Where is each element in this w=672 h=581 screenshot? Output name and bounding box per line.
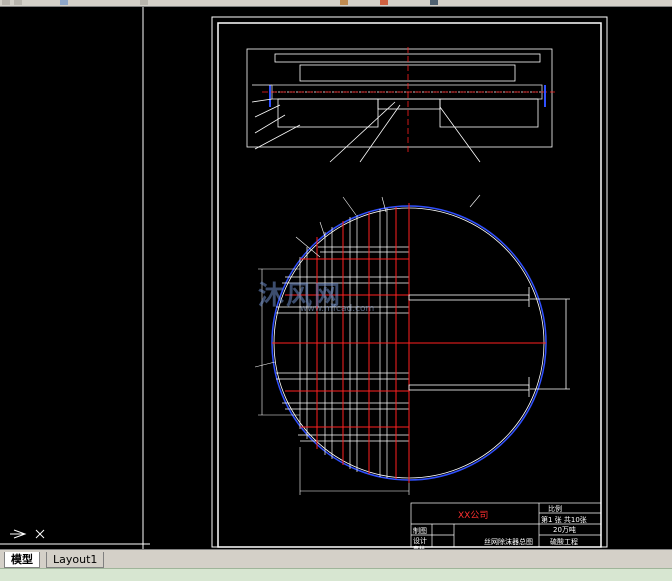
title-scale-label: 比例 <box>548 505 562 513</box>
toolbar-icon-4[interactable] <box>140 0 148 5</box>
tab-layout1[interactable]: Layout1 <box>46 552 105 568</box>
section-view <box>246 47 555 163</box>
toolbar-icon-7[interactable] <box>430 0 438 5</box>
watermark-url: www.mfcad.com <box>300 304 375 314</box>
title-department: 硫酸工程 <box>550 538 578 546</box>
toolbar <box>0 0 672 7</box>
title-row-1: 制图 <box>413 527 427 535</box>
toolbar-icon-6[interactable] <box>380 0 388 5</box>
command-bar[interactable] <box>0 568 672 581</box>
plan-view <box>254 194 570 495</box>
drawing-canvas[interactable]: 沐风网 www.mfcad.com XX公司 比例 第1 张 共10张 制图 设… <box>0 7 672 549</box>
title-sheet-info: 第1 张 共10张 <box>541 516 587 524</box>
title-project: 20万吨 <box>553 526 576 534</box>
toolbar-icon-1[interactable] <box>2 0 10 5</box>
title-drawing-name: 丝网除沫器总图 <box>484 538 533 546</box>
toolbar-icon-2[interactable] <box>14 0 22 5</box>
ucs-icon <box>10 529 45 539</box>
layout-tabs: 模型 Layout1 <box>0 549 672 569</box>
toolbar-icon-3[interactable] <box>60 0 68 5</box>
title-company: XX公司 <box>458 511 489 521</box>
tab-model[interactable]: 模型 <box>4 552 40 568</box>
toolbar-icon-5[interactable] <box>340 0 348 5</box>
